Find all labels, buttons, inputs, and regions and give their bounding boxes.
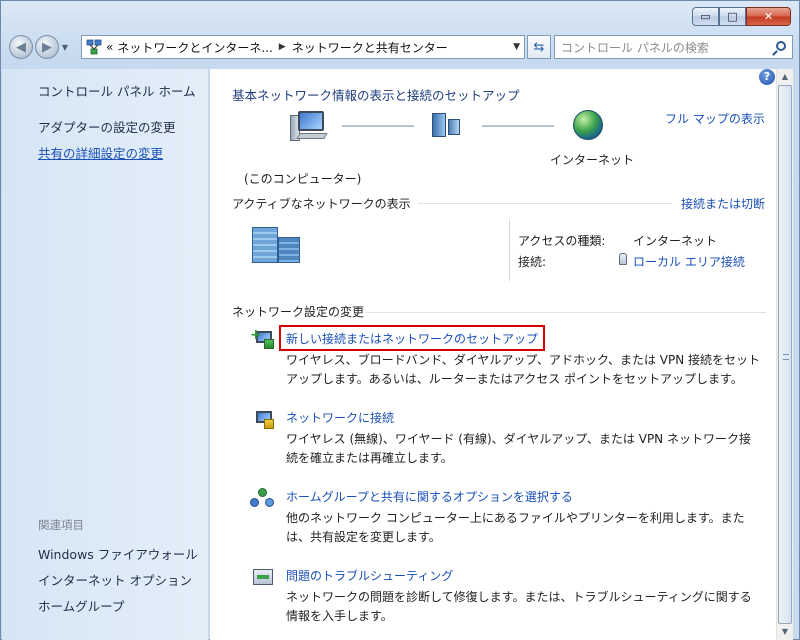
troubleshoot-desc: ネットワークの問題を診断して修復します。または、トラブルシューティングに関する … [286, 588, 766, 626]
desc-line: ネットワークの問題を診断して修復します。または、トラブルシューティングに関する [286, 590, 752, 604]
address-overflow[interactable]: « [106, 40, 113, 54]
connect-disconnect-link[interactable]: 接続または切断 [681, 195, 765, 212]
search-placeholder: コントロール パネルの検索 [561, 40, 709, 55]
sidebar-item-adapter-settings[interactable]: アダプターの設定の変更 [38, 117, 176, 136]
back-arrow-icon: ◀ [16, 39, 26, 55]
globe-icon[interactable] [573, 110, 603, 140]
full-map-link[interactable]: フル マップの表示 [665, 110, 765, 127]
desc-line: 情報を入手します。 [286, 609, 393, 623]
desc-line: ワイヤレス (無線)、ワイヤード (有線)、ダイヤルアップ、または VPN ネッ… [286, 432, 751, 446]
switch-icon[interactable] [432, 113, 462, 139]
breadcrumb-separator-icon[interactable]: ▶ [279, 42, 286, 52]
map-internet-label: インターネット [550, 153, 635, 167]
computer-icon[interactable] [290, 111, 330, 143]
troubleshoot-icon [250, 567, 276, 589]
connect-network-link[interactable]: ネットワークに接続 [286, 409, 394, 426]
sidebar-related-heading: 関連項目 [38, 518, 84, 532]
connection-icon [619, 253, 627, 265]
connect-network-icon [250, 409, 276, 431]
search-icon[interactable] [776, 41, 786, 51]
navigation-bar: ◀ ▶ ▼ « ネットワークとインターネ... ▶ ネットワークと共有センター … [9, 33, 793, 61]
desc-line: 続を確立または再確立します。 [286, 451, 453, 465]
scroll-thumb[interactable] [778, 85, 792, 624]
caption-buttons: ▭ □ ✕ [692, 7, 791, 26]
map-link-line [342, 125, 414, 127]
refresh-icon: ⇆ [533, 39, 545, 55]
setup-new-connection-link[interactable]: 新しい接続またはネットワークのセットアップ [286, 330, 538, 347]
network-center-icon [86, 39, 102, 55]
section-divider [366, 312, 766, 313]
sidebar-item-internet-options[interactable]: インターネット オプション [38, 570, 192, 589]
sidebar: コントロール パネル ホーム アダプターの設定の変更 共有の詳細設定の変更 関連… [2, 69, 209, 640]
map-link-line [482, 125, 554, 127]
search-input[interactable]: コントロール パネルの検索 [554, 35, 793, 59]
sidebar-item-control-panel-home[interactable]: コントロール パネル ホーム [38, 81, 196, 100]
maximize-button[interactable]: □ [719, 7, 746, 26]
desc-line: ワイヤレス、ブロードバンド、ダイヤルアップ、アドホック、または VPN 接続をセ… [286, 353, 761, 367]
active-networks-heading: アクティブなネットワークの表示 [232, 197, 411, 211]
local-area-connection-link[interactable]: ローカル エリア接続 [633, 253, 745, 270]
vertical-scrollbar[interactable]: ▲ ▼ [776, 69, 793, 640]
access-type-value: インターネット [633, 234, 718, 248]
building-network-icon [252, 227, 302, 265]
help-icon[interactable]: ? [759, 69, 775, 85]
breadcrumb-network-sharing-center[interactable]: ネットワークと共有センター [292, 39, 448, 56]
vertical-divider [509, 219, 510, 281]
desc-line: アップします。あるいは、ルーターまたはアクセス ポイントをセットアップします。 [286, 372, 743, 386]
scroll-up-icon[interactable]: ▲ [777, 69, 793, 85]
forward-arrow-icon: ▶ [42, 39, 52, 55]
back-button[interactable]: ◀ [9, 35, 33, 59]
recent-pages-dropdown[interactable]: ▼ [59, 43, 71, 52]
close-button[interactable]: ✕ [746, 7, 791, 26]
sidebar-item-homegroup[interactable]: ホームグループ [38, 596, 124, 615]
address-bar[interactable]: « ネットワークとインターネ... ▶ ネットワークと共有センター ▼ [81, 35, 525, 59]
breadcrumb-network-internet[interactable]: ネットワークとインターネ... [117, 39, 272, 56]
scroll-down-icon[interactable]: ▼ [777, 624, 793, 640]
map-computer-label: (このコンピューター) [244, 172, 362, 186]
change-settings-heading: ネットワーク設定の変更 [232, 305, 365, 319]
minimize-button[interactable]: ▭ [692, 7, 719, 26]
homegroup-icon [250, 488, 276, 510]
troubleshoot-link[interactable]: 問題のトラブルシューティング [286, 567, 453, 584]
new-connection-icon: + [250, 328, 276, 351]
sidebar-item-advanced-sharing[interactable]: 共有の詳細設定の変更 [38, 143, 163, 162]
refresh-button[interactable]: ⇆ [527, 35, 551, 59]
setup-new-connection-desc: ワイヤレス、ブロードバンド、ダイヤルアップ、アドホック、または VPN 接続をセ… [286, 351, 766, 389]
sidebar-item-windows-firewall[interactable]: Windows ファイアウォール [38, 544, 198, 563]
address-dropdown-icon[interactable]: ▼ [513, 42, 520, 52]
homegroup-options-link[interactable]: ホームグループと共有に関するオプションを選択する [286, 488, 573, 505]
connect-network-desc: ワイヤレス (無線)、ワイヤード (有線)、ダイヤルアップ、または VPN ネッ… [286, 430, 766, 468]
page-title: 基本ネットワーク情報の表示と接続のセットアップ [232, 88, 520, 103]
section-divider [418, 203, 672, 204]
control-panel-window: ▭ □ ✕ ◀ ▶ ▼ « ネットワークとインターネ... ▶ ネットワークと共… [0, 0, 800, 640]
forward-button[interactable]: ▶ [35, 35, 59, 59]
access-type-label: アクセスの種類: [518, 234, 606, 248]
homegroup-options-desc: 他のネットワーク コンピューター上にあるファイルやプリンターを利用します。また … [286, 509, 766, 547]
desc-line: 他のネットワーク コンピューター上にあるファイルやプリンターを利用します。また [286, 511, 745, 525]
main-content: ? 基本ネットワーク情報の表示と接続のセットアップ フル マップの表示 インター… [210, 69, 776, 640]
connection-label: 接続: [518, 255, 547, 269]
desc-line: は、共有設定を変更します。 [286, 530, 441, 544]
